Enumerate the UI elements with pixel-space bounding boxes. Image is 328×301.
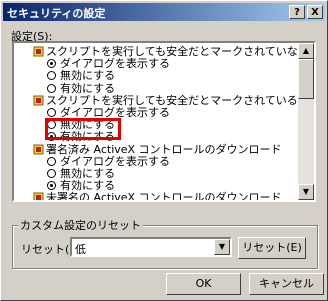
- reset-button[interactable]: リセット(E): [238, 237, 306, 259]
- radio-button[interactable]: [47, 108, 56, 117]
- activex-icon: [33, 144, 44, 155]
- title-bar[interactable]: セキュリティの設定 ? X: [3, 3, 325, 21]
- scroll-down-button[interactable]: ▼: [298, 184, 314, 200]
- vertical-scrollbar[interactable]: ▲ ▼: [298, 43, 314, 200]
- close-button[interactable]: X: [307, 5, 323, 19]
- reset-level-value: 低: [75, 243, 86, 256]
- settings-category: 署名済み ActiveX コントロールのダウンロード: [14, 143, 299, 156]
- window-title: セキュリティの設定: [7, 7, 106, 20]
- scroll-thumb[interactable]: [298, 59, 314, 99]
- settings-category: スクリプトを実行しても安全だとマークされている ActiveX コントロールの.…: [14, 94, 299, 107]
- ok-button[interactable]: OK: [166, 273, 241, 295]
- option-label: 有効にする: [60, 81, 116, 95]
- activex-icon: [33, 95, 44, 106]
- radio-button[interactable]: [47, 156, 56, 166]
- radio-button[interactable]: [47, 59, 56, 69]
- settings-option[interactable]: ダイアログを表示する: [14, 57, 299, 70]
- radio-button[interactable]: [47, 71, 56, 81]
- radio-button[interactable]: [47, 169, 56, 178]
- activex-icon: [33, 192, 44, 200]
- option-label: 無効にする: [60, 69, 116, 83]
- settings-option[interactable]: 有効にする: [14, 82, 299, 95]
- reset-group-title: カスタム設定のリセット: [18, 217, 143, 233]
- radio-button[interactable]: [47, 83, 56, 93]
- settings-listbox[interactable]: スクリプトを実行しても安全だとマークされていない ActiveX コントロー..…: [12, 41, 316, 202]
- settings-option[interactable]: ダイアログを表示する: [14, 155, 299, 168]
- activex-icon: [33, 46, 44, 57]
- settings-option[interactable]: 無効にする: [14, 69, 299, 82]
- option-label: ダイアログを表示する: [60, 154, 170, 168]
- reset-level-select[interactable]: 低 ▼: [70, 237, 232, 257]
- settings-option[interactable]: 無効にする: [14, 167, 299, 180]
- security-settings-dialog: セキュリティの設定 ? X 設定(S): スクリプトを実行しても安全だとマークさ…: [0, 0, 328, 301]
- category-label: 未署名の ActiveX コントロールのダウンロード: [46, 191, 282, 200]
- scroll-up-button[interactable]: ▲: [298, 43, 314, 59]
- category-label: 署名済み ActiveX コントロールのダウンロード: [46, 142, 282, 156]
- help-button[interactable]: ?: [289, 5, 305, 19]
- category-label: スクリプトを実行しても安全だとマークされている ActiveX コントロールの.…: [46, 93, 299, 107]
- chevron-down-icon[interactable]: ▼: [214, 239, 230, 255]
- cancel-button[interactable]: キャンセル: [249, 273, 324, 295]
- settings-category: 未署名の ActiveX コントロールのダウンロード: [14, 191, 299, 200]
- highlight-annotation: [45, 118, 121, 140]
- radio-button[interactable]: [47, 181, 56, 191]
